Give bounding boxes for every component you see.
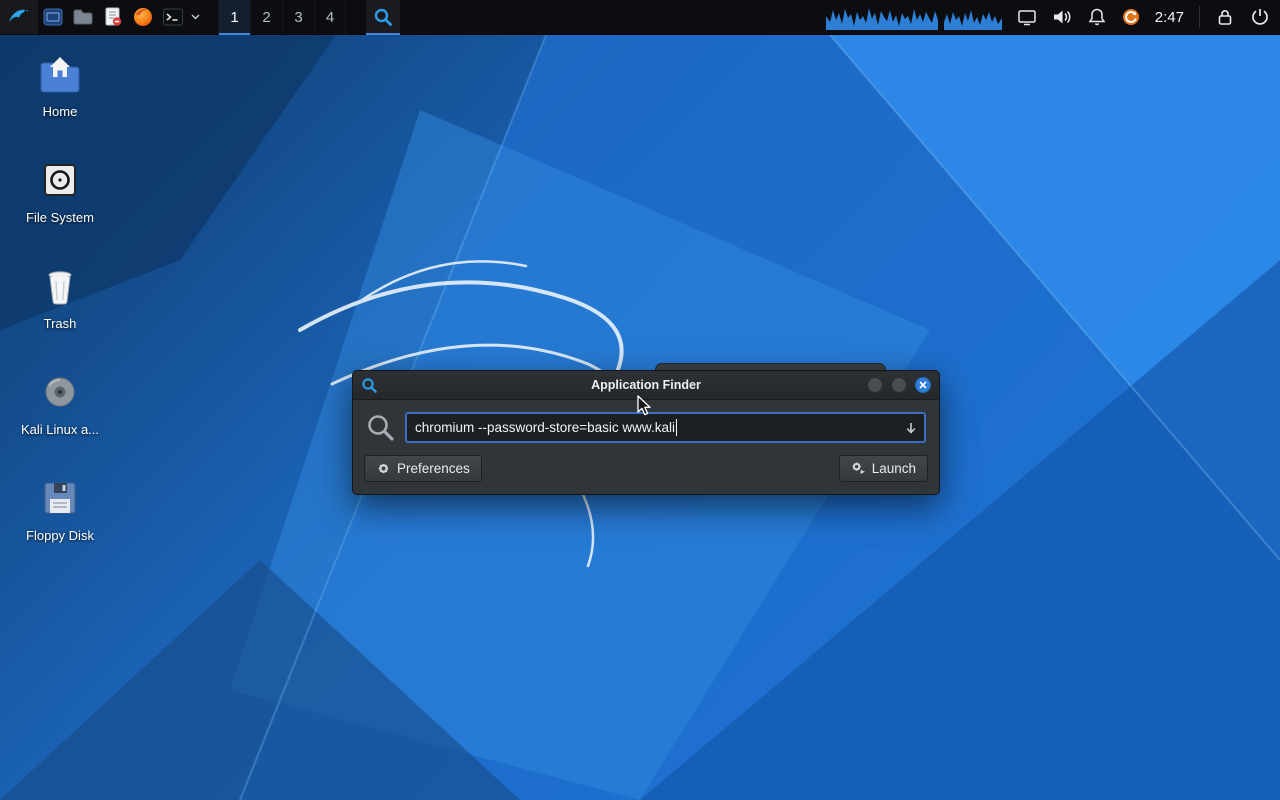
history-dropdown-button[interactable] xyxy=(904,421,918,435)
application-finder-task-icon xyxy=(373,7,393,27)
notifications-tray-button[interactable] xyxy=(1087,7,1107,27)
preferences-button[interactable]: Preferences xyxy=(364,455,482,482)
session-logout-button[interactable] xyxy=(1250,7,1270,27)
application-finder-icon xyxy=(361,377,378,394)
updates-tray-button[interactable] xyxy=(1122,8,1140,26)
display-tray-button[interactable] xyxy=(1017,7,1037,27)
launch-button[interactable]: Launch xyxy=(839,455,928,482)
trash-icon xyxy=(36,262,84,310)
chevron-down-icon xyxy=(191,14,200,20)
power-icon xyxy=(1250,7,1270,27)
floppy-icon xyxy=(36,474,84,522)
updates-icon xyxy=(1122,8,1140,26)
firefox-launcher[interactable] xyxy=(128,0,158,35)
arrow-down-icon xyxy=(904,421,918,435)
terminal-menu-arrow[interactable] xyxy=(188,0,202,35)
text-editor-launcher[interactable] xyxy=(98,0,128,35)
volume-icon xyxy=(1052,7,1072,27)
home-folder-icon xyxy=(36,50,84,98)
search-input[interactable]: chromium --password-store=basic www.kali xyxy=(405,412,926,443)
desktop-icon-label: Trash xyxy=(44,316,77,331)
clock[interactable]: 2:47 xyxy=(1155,9,1184,26)
panel-right: 2:47 xyxy=(826,0,1280,34)
file-manager-launcher[interactable] xyxy=(38,0,68,35)
workspace-switcher: 1 2 3 4 xyxy=(218,0,346,34)
drive-icon xyxy=(36,156,84,204)
file-manager-icon xyxy=(42,6,64,28)
lock-icon xyxy=(1215,7,1235,27)
panel-separator xyxy=(1199,6,1200,28)
cpu-graph xyxy=(826,4,938,30)
desktop-icon-trash[interactable]: Trash xyxy=(14,260,106,333)
applications-menu-button[interactable] xyxy=(0,0,38,35)
kali-logo-icon xyxy=(7,5,31,29)
desktop-icon-kali-cd[interactable]: Kali Linux a... xyxy=(14,366,106,439)
search-input-value: chromium --password-store=basic www.kali xyxy=(415,420,675,435)
desktop-icon-home[interactable]: Home xyxy=(14,48,106,121)
desktop-icon-label: File System xyxy=(26,210,94,225)
folder-launcher[interactable] xyxy=(68,0,98,35)
text-editor-icon xyxy=(102,6,124,28)
workspace-button-3[interactable]: 3 xyxy=(282,0,314,35)
workspace-button-1[interactable]: 1 xyxy=(218,0,250,35)
desktop-icon-label: Kali Linux a... xyxy=(21,422,99,437)
window-title: Application Finder xyxy=(353,378,939,392)
display-icon xyxy=(1017,7,1037,27)
terminal-icon xyxy=(162,6,184,28)
dialog-button-row: Preferences Launch xyxy=(353,452,939,494)
text-caret xyxy=(676,419,677,436)
mouse-cursor xyxy=(636,395,656,417)
lock-screen-button[interactable] xyxy=(1215,7,1235,27)
close-icon xyxy=(919,381,927,389)
desktop-icon-label: Home xyxy=(43,104,78,119)
volume-tray-button[interactable] xyxy=(1052,7,1072,27)
maximize-button[interactable] xyxy=(891,377,907,393)
terminal-launcher[interactable] xyxy=(158,0,188,35)
disc-icon xyxy=(36,368,84,416)
taskbar-application-finder-button[interactable] xyxy=(366,0,400,35)
application-finder-window: Application Finder chromium --password-s… xyxy=(352,370,940,495)
search-icon xyxy=(366,413,396,443)
workspace-button-4[interactable]: 4 xyxy=(314,0,346,35)
top-panel: 1 2 3 4 xyxy=(0,0,1280,35)
system-monitor-graphs[interactable] xyxy=(826,4,1002,30)
firefox-icon xyxy=(132,6,154,28)
desktop-icon-file-system[interactable]: File System xyxy=(14,154,106,227)
window-buttons xyxy=(867,377,931,393)
network-graph xyxy=(944,4,1002,30)
desktop-icon-floppy[interactable]: Floppy Disk xyxy=(14,472,106,545)
panel-left: 1 2 3 4 xyxy=(0,0,400,34)
launch-icon xyxy=(851,461,866,476)
close-button[interactable] xyxy=(915,377,931,393)
desktop-icon-column: Home File System Trash Kali Linux a... xyxy=(14,48,106,545)
workspace-button-2[interactable]: 2 xyxy=(250,0,282,35)
gear-icon xyxy=(376,461,391,476)
folder-icon xyxy=(72,6,94,28)
bell-icon xyxy=(1087,7,1107,27)
launch-button-label: Launch xyxy=(872,461,916,476)
minimize-button[interactable] xyxy=(867,377,883,393)
preferences-button-label: Preferences xyxy=(397,461,470,476)
desktop-icon-label: Floppy Disk xyxy=(26,528,94,543)
